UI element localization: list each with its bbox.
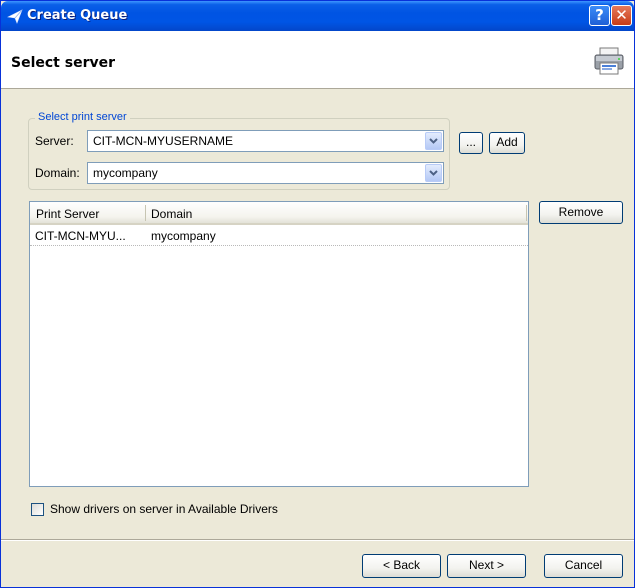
chevron-down-icon	[429, 138, 438, 144]
chevron-down-icon	[429, 170, 438, 176]
print-server-list[interactable]: Print Server Domain CIT-MCN-MYU... mycom…	[29, 201, 529, 487]
help-button[interactable]: ?	[589, 5, 610, 26]
group-legend: Select print server	[35, 111, 130, 123]
page-title: Select server	[11, 55, 115, 71]
footer-divider	[1, 539, 634, 541]
show-drivers-checkbox[interactable]	[31, 503, 44, 516]
server-combobox[interactable]: CIT-MCN-MYUSERNAME	[87, 130, 444, 152]
remove-button[interactable]: Remove	[539, 201, 623, 224]
show-drivers-label[interactable]: Show drivers on server in Available Driv…	[50, 502, 278, 516]
cell-print-server: CIT-MCN-MYU...	[35, 229, 126, 243]
title-bar[interactable]: Create Queue ? ✕	[1, 1, 634, 31]
printer-icon	[594, 47, 624, 75]
table-row[interactable]: CIT-MCN-MYU... mycompany	[30, 226, 528, 246]
domain-combobox[interactable]: mycompany	[87, 162, 444, 184]
create-queue-dialog: Create Queue ? ✕ Select server Select pr…	[0, 0, 635, 588]
column-header-domain[interactable]: Domain	[151, 207, 192, 221]
back-button[interactable]: < Back	[362, 554, 441, 578]
column-header-print-server[interactable]: Print Server	[36, 207, 99, 221]
server-label: Server:	[35, 134, 74, 148]
column-separator[interactable]	[526, 205, 527, 221]
close-button[interactable]: ✕	[611, 5, 632, 26]
domain-label: Domain:	[35, 166, 80, 180]
next-button[interactable]: Next >	[447, 554, 526, 578]
cancel-button[interactable]: Cancel	[544, 554, 623, 578]
cell-domain: mycompany	[151, 229, 216, 243]
add-button[interactable]: Add	[489, 132, 525, 154]
domain-dropdown-button[interactable]	[425, 164, 442, 182]
domain-combobox-value: mycompany	[93, 166, 158, 180]
list-header: Print Server Domain	[30, 202, 528, 225]
server-combobox-value: CIT-MCN-MYUSERNAME	[93, 134, 233, 148]
window-title: Create Queue	[27, 8, 128, 23]
browse-button[interactable]: ...	[459, 132, 483, 154]
server-dropdown-button[interactable]	[425, 132, 442, 150]
wizard-header: Select server	[1, 31, 634, 89]
column-separator[interactable]	[145, 205, 146, 221]
send-arrow-icon	[7, 9, 23, 24]
